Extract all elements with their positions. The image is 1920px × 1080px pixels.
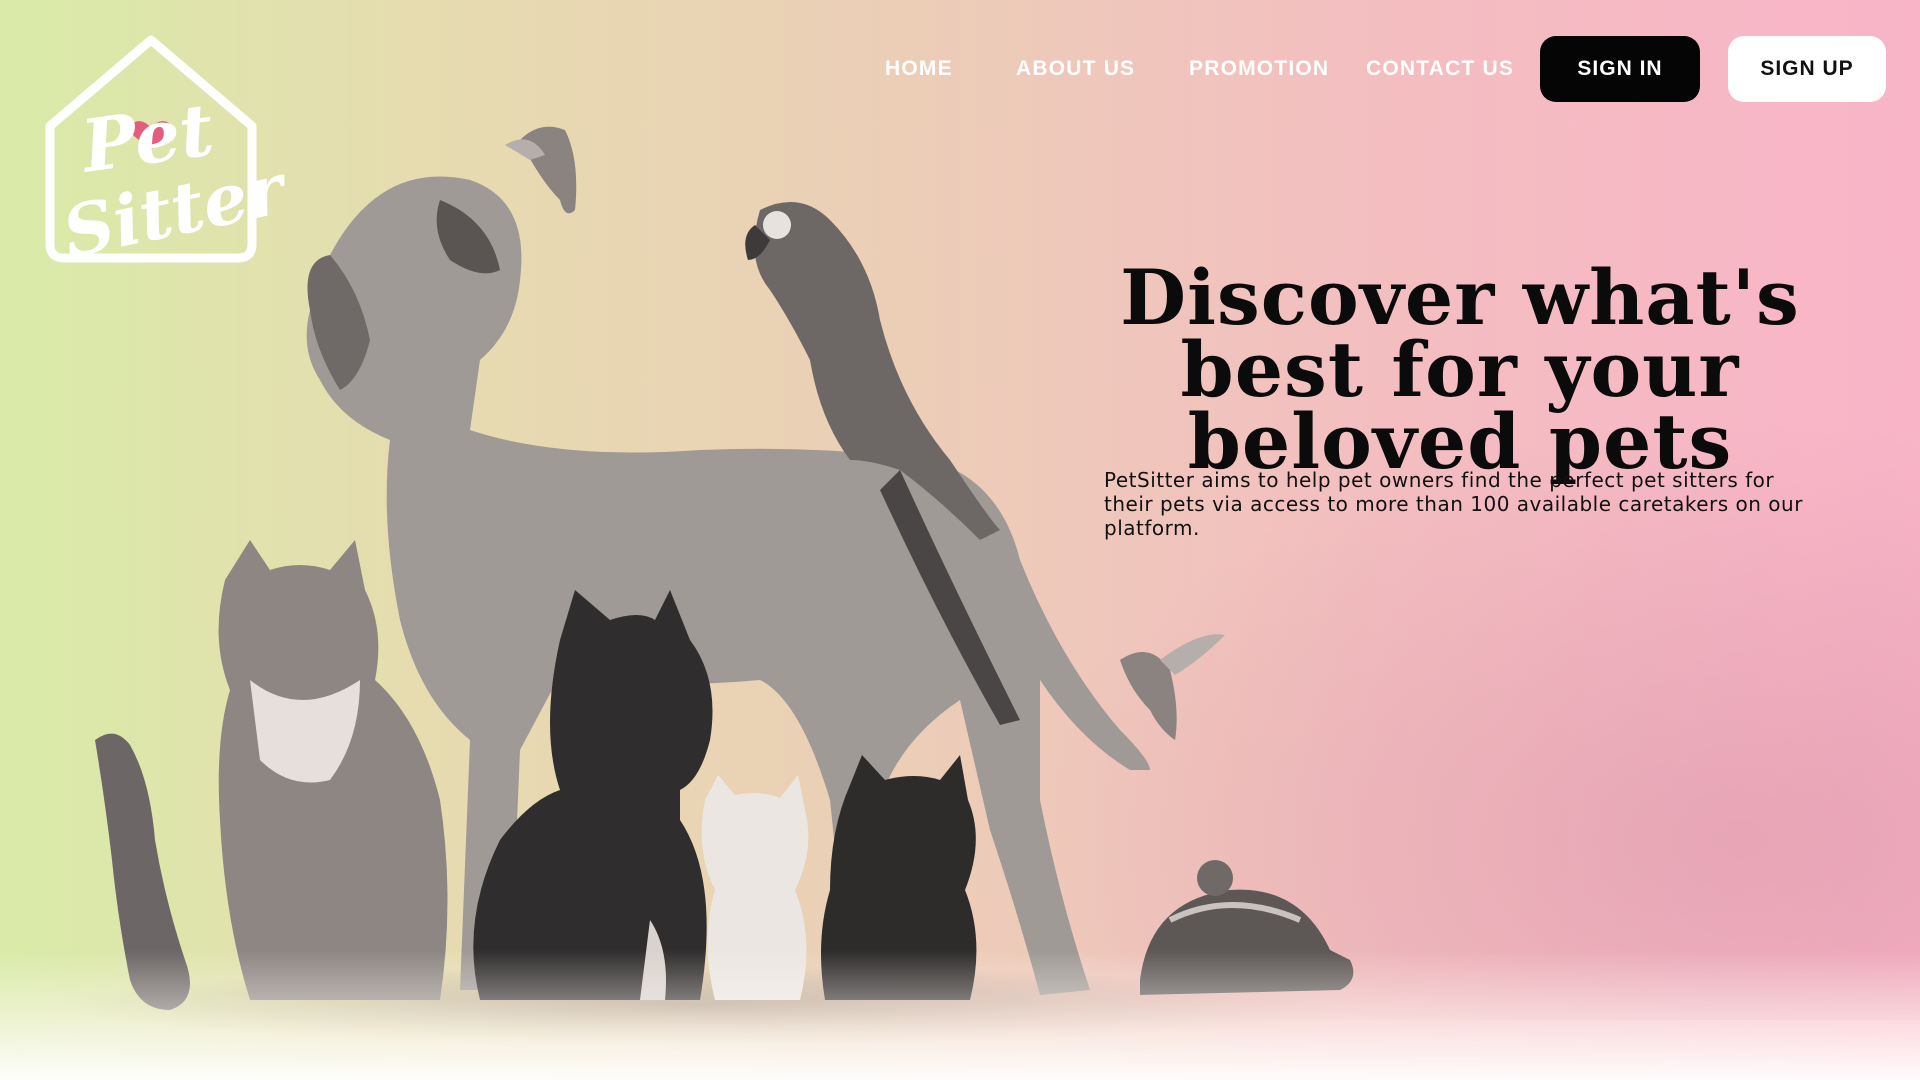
sign-up-button[interactable]: SIGN UP bbox=[1728, 36, 1886, 102]
tortoise-image bbox=[1140, 860, 1354, 995]
sign-in-button[interactable]: SIGN IN bbox=[1540, 36, 1700, 102]
nav-about-link[interactable]: ABOUT US bbox=[1016, 57, 1135, 81]
nav-home-link[interactable]: HOME bbox=[885, 57, 953, 81]
bird-image bbox=[505, 126, 577, 214]
nav-promotion-link[interactable]: PROMOTION bbox=[1189, 57, 1329, 81]
snail-shell bbox=[1197, 860, 1233, 896]
nav-contact-link[interactable]: CONTACT US bbox=[1366, 57, 1514, 81]
ferret-image bbox=[95, 733, 190, 1010]
pets-group-image bbox=[0, 100, 1400, 1060]
white-kitten-image bbox=[701, 775, 809, 1000]
bird-image bbox=[1120, 634, 1225, 740]
